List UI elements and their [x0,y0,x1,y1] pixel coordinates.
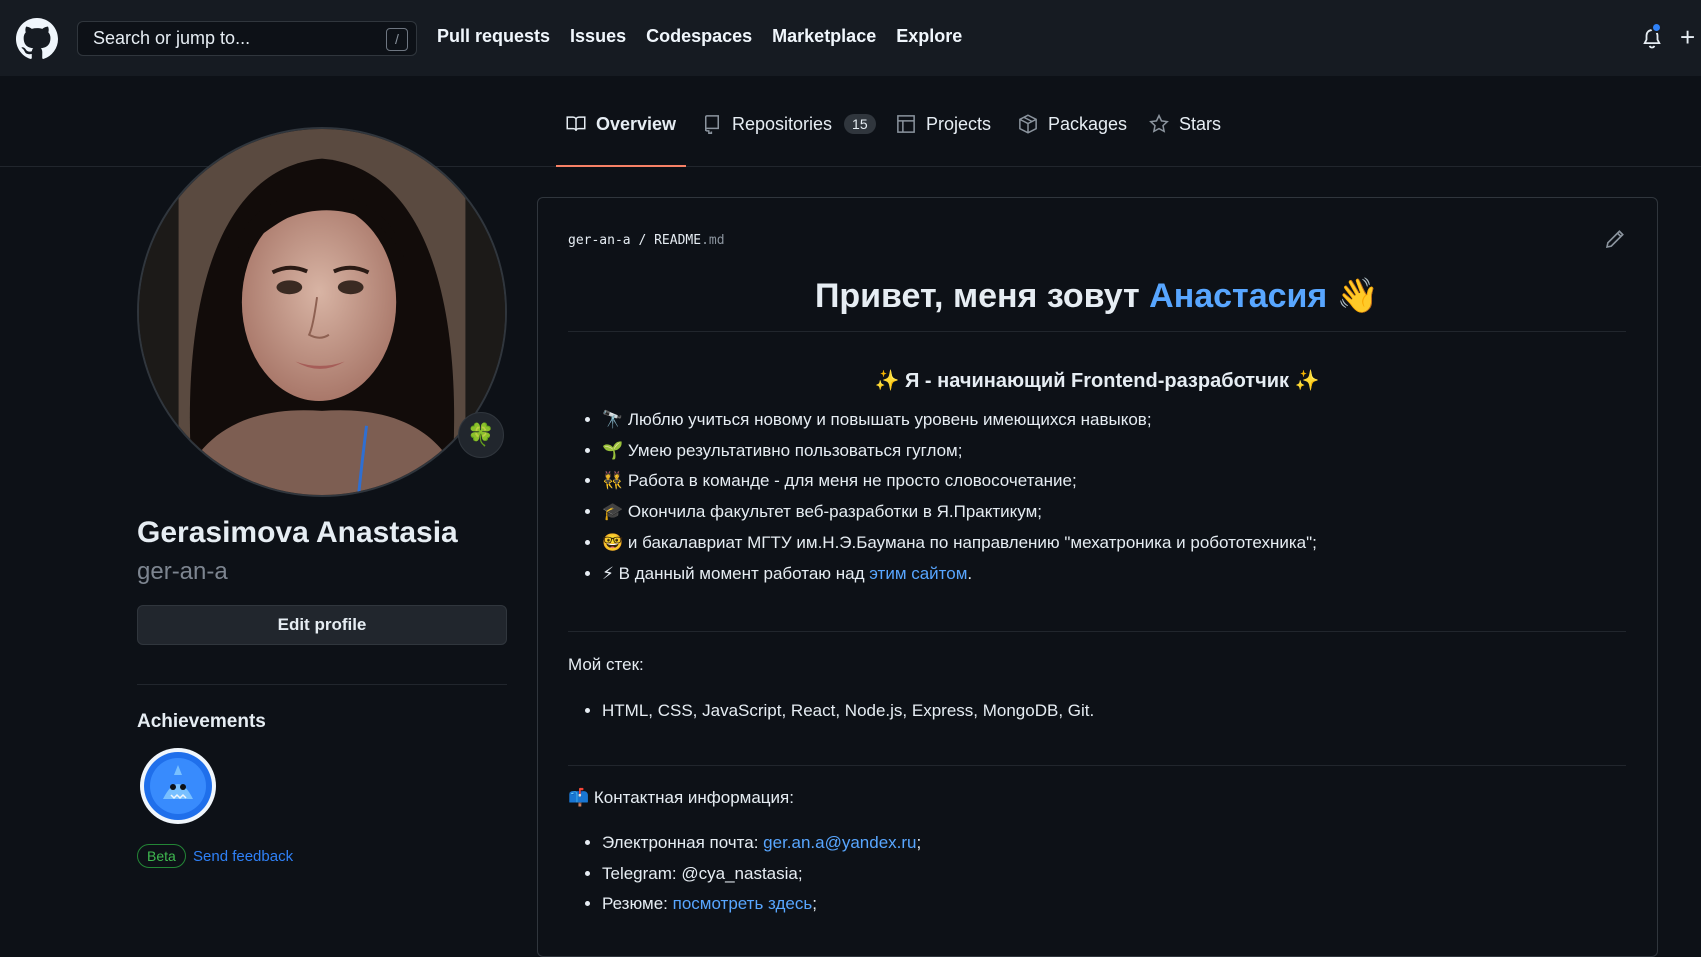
list-item: 🌱 Умею результативно пользоваться гуглом… [602,436,1317,467]
pencil-icon[interactable] [1605,229,1625,249]
profile-username: ger-an-a [137,558,228,585]
readme-path-separator: / [638,233,647,248]
list-item: ⚡ В данный момент работаю над этим сайто… [602,559,1317,590]
current-work-text: ⚡ В данный момент работаю над [602,563,870,583]
tab-overview-label: Overview [596,114,677,134]
readme-divider [568,631,1626,632]
notification-indicator [1651,22,1662,33]
list-item: Telegram: @cya_nastasia; [602,859,921,890]
tab-projects-label: Projects [926,114,992,134]
about-list: 🔭 Люблю учиться новому и повышать уровен… [602,405,1317,589]
nav-codespaces[interactable]: Codespaces [646,26,752,47]
resume-link[interactable]: посмотреть здесь [673,894,813,913]
edit-profile-button[interactable]: Edit profile [137,605,507,645]
star-icon [1149,114,1169,133]
tab-stars[interactable]: Stars [1139,106,1231,167]
stack-list: HTML, CSS, JavaScript, React, Node.js, E… [602,696,1094,727]
table-icon [897,115,915,133]
tab-stars-label: Stars [1179,114,1222,134]
tab-repositories[interactable]: Repositories 15 [692,106,886,167]
book-icon [566,116,586,131]
waving-hand-icon: 👋 [1327,277,1380,315]
repo-icon [704,115,719,134]
beta-label: Beta [137,844,186,868]
clover-icon: 🍀 [467,422,495,447]
profile-full-name: Gerasimova Anastasia [137,516,458,549]
global-header: Search or jump to... / Pull requests Iss… [0,0,1701,76]
contacts-list: Электронная почта: ger.an.a@yandex.ru; T… [602,828,921,920]
achievements-heading[interactable]: Achievements [137,711,266,733]
readme-subtitle: ✨ Я - начинающий Frontend-разработчик ✨ [874,370,1320,392]
this-site-link[interactable]: этим сайтом [869,564,967,583]
search-input[interactable]: Search or jump to... / [77,21,417,56]
shark-badge-icon [144,752,212,820]
create-new-button[interactable]: + [1680,22,1695,53]
readme-path-file[interactable]: README [654,233,701,248]
tab-overview[interactable]: Overview [556,106,687,167]
tab-packages-label: Packages [1048,114,1128,134]
readme-path-user[interactable]: ger-an-a [568,233,631,248]
list-item: HTML, CSS, JavaScript, React, Node.js, E… [602,696,1094,727]
top-nav: Pull requests Issues Codespaces Marketpl… [437,26,962,47]
resume-label: Резюме: [602,894,673,914]
email-suffix: ; [916,833,922,852]
readme-title-name: Анастасия [1149,277,1328,315]
list-item: 🎓 Окончила факультет веб-разработки в Я.… [602,497,1317,528]
send-feedback-link[interactable]: Send feedback [193,848,293,865]
avatar-photo [139,129,505,495]
readme-divider [568,765,1626,766]
search-shortcut-key: / [386,28,408,51]
repositories-count-badge: 15 [844,114,876,134]
email-label: Электронная почта: [602,833,764,852]
nav-issues[interactable]: Issues [570,26,626,47]
resume-suffix: ; [812,894,817,914]
github-logo-icon[interactable] [16,18,58,60]
list-item: 🤓 и бакалавриат МГТУ им.Н.Э.Баумана по н… [602,528,1317,559]
contacts-heading: 📫 Контактная информация: [568,788,794,807]
package-icon [1019,114,1037,134]
readme-path-ext: .md [701,233,725,248]
sidebar-divider [137,684,507,685]
list-item: 👯 Работа в команде - для меня не просто … [602,466,1317,497]
list-item: Резюме: посмотреть здесь; [602,889,921,920]
achievement-badge[interactable] [140,748,216,824]
avatar[interactable] [137,127,507,497]
email-link[interactable]: ger.an.a@yandex.ru [763,833,916,852]
profile-readme: ger-an-a / README.md Привет, меня зовут … [537,197,1658,957]
readme-breadcrumb: ger-an-a / README.md [568,233,725,248]
list-item: Электронная почта: ger.an.a@yandex.ru; [602,828,921,859]
nav-explore[interactable]: Explore [896,26,962,47]
current-work-suffix: . [967,563,973,583]
readme-title-prefix: Привет, меня зовут [814,277,1150,315]
nav-pull-requests[interactable]: Pull requests [437,26,550,47]
tab-repositories-label: Repositories [732,114,833,134]
stack-heading: Мой стек: [568,655,644,674]
status-emoji-button[interactable]: 🍀 [458,412,504,458]
tab-projects[interactable]: Projects [886,106,1001,167]
list-item: 🔭 Люблю учиться новому и повышать уровен… [602,405,1317,436]
tab-packages[interactable]: Packages [1008,106,1137,167]
readme-title: Привет, меня зовут Анастасия 👋 [568,276,1626,332]
search-placeholder: Search or jump to... [93,28,251,48]
nav-marketplace[interactable]: Marketplace [772,26,876,47]
